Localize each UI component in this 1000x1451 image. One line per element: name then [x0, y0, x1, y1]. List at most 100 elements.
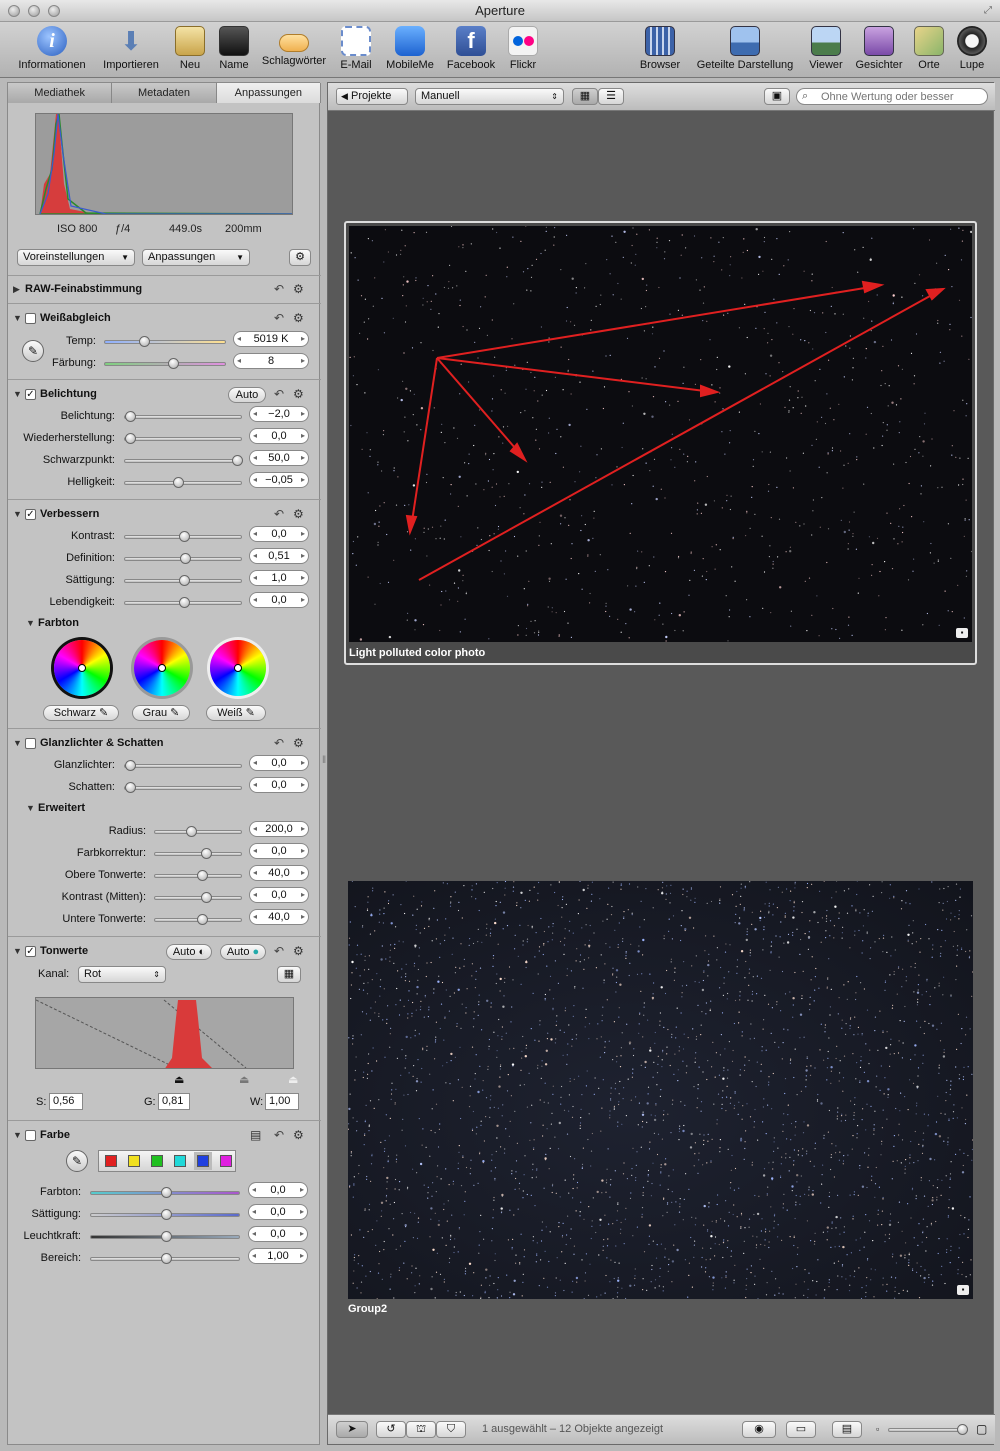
enhance-row-slider[interactable] [124, 531, 242, 542]
gear-icon[interactable]: ⚙ [293, 387, 304, 401]
presets-popup[interactable]: Voreinstellungen ▼ [17, 249, 135, 266]
reset-icon[interactable]: ↶ [274, 282, 284, 296]
toolbar-geteilte-darstellung-button[interactable]: Geteilte Darstellung [690, 26, 800, 71]
advanced-row-value-field[interactable]: 200,0 [249, 821, 309, 837]
w-value-field[interactable]: 1,00 [265, 1093, 299, 1110]
color-row-value-field[interactable]: 1,00 [248, 1248, 308, 1264]
color-row-value-field[interactable]: 0,0 [248, 1182, 308, 1198]
black-tint-wheel[interactable] [54, 640, 110, 696]
gear-icon[interactable]: ⚙ [293, 311, 304, 325]
zoom-window-button[interactable] [48, 5, 60, 17]
photo-thumbnail[interactable]: ▪ [349, 226, 972, 642]
fullscreen-icon[interactable]: ⤢ [984, 0, 992, 22]
exposure-row-value-field[interactable]: −0,05 [249, 472, 309, 488]
splitter-handle[interactable]: ‖ [322, 755, 326, 766]
slider-knob[interactable] [161, 1187, 172, 1198]
disclosure-triangle-icon[interactable]: ▼ [26, 618, 35, 628]
white-balance-checkbox[interactable] [25, 313, 36, 324]
color-row-slider[interactable] [90, 1209, 240, 1220]
exposure-row-slider[interactable] [124, 455, 243, 466]
exposure-row-slider[interactable] [124, 411, 242, 422]
gear-icon[interactable]: ⚙ [293, 507, 304, 521]
reset-icon[interactable]: ↶ [274, 1128, 284, 1142]
disclosure-triangle-icon[interactable]: ▼ [13, 313, 22, 323]
channel-select[interactable]: Rot ⇕ [78, 966, 166, 983]
g-value-field[interactable]: 0,81 [158, 1093, 190, 1110]
select-tool-button[interactable]: ➤ [336, 1421, 368, 1438]
enhance-row-slider[interactable] [124, 597, 242, 608]
color-swatch[interactable] [105, 1155, 117, 1167]
exposure-row-slider[interactable] [124, 477, 242, 488]
exposure-checkbox[interactable]: ✓ [25, 389, 36, 400]
slider-knob[interactable] [197, 870, 208, 881]
white-tint-wheel[interactable] [210, 640, 266, 696]
stamp-tool-button[interactable]: ⛫ [406, 1421, 436, 1438]
exposure-row-slider[interactable] [124, 433, 242, 444]
color-swatch[interactable] [151, 1155, 163, 1167]
toolbar-flickr-button[interactable]: Flickr [505, 26, 541, 71]
slider-knob[interactable] [179, 575, 190, 586]
slider-knob[interactable] [161, 1253, 172, 1264]
slider-knob[interactable] [168, 358, 179, 369]
reset-icon[interactable]: ↶ [274, 311, 284, 325]
disclosure-triangle-icon[interactable]: ▼ [13, 946, 22, 956]
color-row-slider[interactable] [90, 1231, 240, 1242]
projects-back-button[interactable]: ◀ Projekte [336, 88, 408, 105]
highlights-row-value-field[interactable]: 0,0 [249, 777, 309, 793]
exposure-row-value-field[interactable]: −2,0 [249, 406, 309, 422]
gray-tint-wheel[interactable] [134, 640, 190, 696]
inspector-gear-button[interactable]: ⚙ [289, 249, 311, 266]
color-swatch[interactable] [197, 1155, 209, 1167]
enhance-checkbox[interactable]: ✓ [25, 509, 36, 520]
tab-mediathek[interactable]: Mediathek [8, 83, 113, 103]
close-window-button[interactable] [8, 5, 20, 17]
slider-knob[interactable] [173, 477, 184, 488]
toolbar-viewer-button[interactable]: Viewer [806, 26, 846, 71]
enhance-row-value-field[interactable]: 0,0 [249, 592, 309, 608]
s-value-field[interactable]: 0,56 [49, 1093, 83, 1110]
eyedropper-icon[interactable]: ✎ [22, 340, 44, 362]
filter-search-field[interactable]: ⌕ [796, 88, 988, 105]
eyedropper-icon[interactable]: ✎ [66, 1150, 88, 1172]
white-point-handle[interactable]: ⏏ [288, 1073, 298, 1086]
disclosure-triangle-icon[interactable]: ▼ [13, 389, 22, 399]
display-options-button[interactable]: ◉ [742, 1421, 776, 1438]
toolbar-email-button[interactable]: E-Mail [337, 26, 375, 71]
slider-knob[interactable] [201, 848, 212, 859]
wheel-puck[interactable] [234, 664, 242, 672]
toolbar-neu-button[interactable]: Neu [172, 26, 208, 71]
advanced-row-slider[interactable] [154, 892, 242, 903]
slider-knob[interactable] [125, 433, 136, 444]
slider-knob[interactable] [161, 1231, 172, 1242]
color-row-value-field[interactable]: 0,0 [248, 1204, 308, 1220]
tint-value-field[interactable]: 8 [233, 353, 309, 369]
white-eyedropper-button[interactable]: Weiß ✎ [206, 705, 266, 721]
advanced-row-value-field[interactable]: 0,0 [249, 887, 309, 903]
gray-eyedropper-button[interactable]: Grau ✎ [132, 705, 190, 721]
toolbar-mobileme-button[interactable]: MobileMe [383, 26, 437, 71]
exposure-row-value-field[interactable]: 50,0 [249, 450, 309, 466]
advanced-row-value-field[interactable]: 40,0 [249, 909, 309, 925]
color-row-value-field[interactable]: 0,0 [248, 1226, 308, 1242]
toolbar-schlagwoerter-button[interactable]: Schlagwörter [260, 26, 328, 67]
gear-icon[interactable]: ⚙ [293, 1128, 304, 1142]
highlights-shadows-checkbox[interactable] [25, 738, 36, 749]
slider-knob[interactable] [179, 531, 190, 542]
slider-knob[interactable] [161, 1209, 172, 1220]
advanced-row-value-field[interactable]: 40,0 [249, 865, 309, 881]
advanced-row-slider[interactable] [154, 848, 242, 859]
reset-icon[interactable]: ↶ [274, 736, 284, 750]
temp-value-field[interactable]: 5019 K [233, 331, 309, 347]
reset-icon[interactable]: ↶ [274, 944, 284, 958]
sort-select[interactable]: Manuell ⇕ [415, 88, 564, 105]
advanced-row-slider[interactable] [154, 870, 242, 881]
slider-knob[interactable] [957, 1424, 968, 1435]
color-row-slider[interactable] [90, 1187, 240, 1198]
gear-icon[interactable]: ⚙ [293, 282, 304, 296]
thumbnail-size-slider[interactable] [888, 1424, 968, 1435]
filmstrip-button[interactable]: ▤ [832, 1421, 862, 1438]
tab-anpassungen[interactable]: Anpassungen [216, 83, 321, 103]
gear-icon[interactable]: ⚙ [293, 736, 304, 750]
highlights-row-slider[interactable] [124, 760, 242, 771]
primary-only-button[interactable]: ▭ [786, 1421, 816, 1438]
